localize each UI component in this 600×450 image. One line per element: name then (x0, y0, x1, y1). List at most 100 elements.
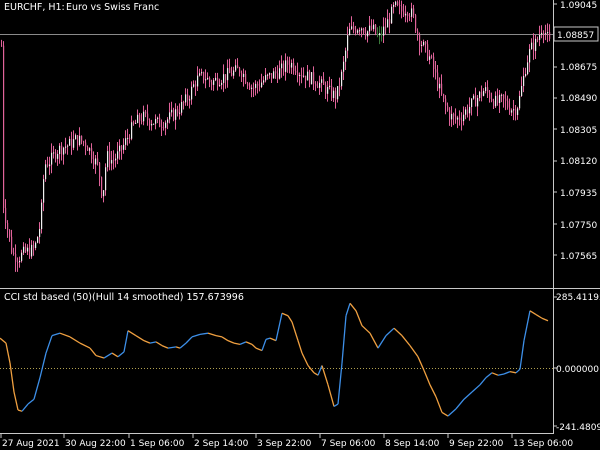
candle-body (163, 127, 165, 129)
candle-body (519, 96, 521, 109)
candle-body (447, 105, 449, 111)
candle-body (363, 28, 365, 33)
candle-body (347, 35, 349, 51)
candle-body (7, 222, 9, 230)
candle-body (491, 98, 493, 101)
candle-body (255, 83, 257, 88)
candle-body (133, 122, 135, 124)
candle-body (245, 73, 247, 84)
trading-chart[interactable]: EURCHF, H1: Euro vs Swiss Franc 1.09045 … (0, 0, 600, 450)
candle-body (353, 26, 355, 30)
candle-body (477, 97, 479, 107)
candle-body (441, 83, 443, 95)
candle-body (463, 114, 465, 122)
candle-body (497, 95, 499, 103)
candle-body (223, 74, 225, 83)
candle-body (93, 159, 95, 165)
candle-body (173, 109, 175, 120)
candle-body (407, 13, 409, 17)
indicator-title: CCI std based (50)(Hull 14 smoothed) 157… (4, 292, 244, 303)
candle-body (381, 33, 383, 36)
candle-body (203, 72, 205, 80)
candle-body (483, 90, 485, 96)
candle-body (27, 247, 29, 252)
candle-body (303, 75, 305, 77)
candle-body (87, 147, 89, 151)
candle-body (265, 75, 267, 81)
candle-body (273, 71, 275, 79)
candle-body (283, 63, 285, 72)
candle-body (489, 92, 491, 99)
candle-body (373, 24, 375, 30)
candle-body (545, 33, 547, 35)
candle-body (99, 162, 101, 178)
candle-body (299, 74, 301, 77)
time-tick-label: 9 Sep 22:00 (449, 439, 504, 449)
candle-body (249, 85, 251, 89)
candle-body (279, 68, 281, 79)
candle-body (257, 83, 259, 86)
price-tick-label: 1.07565 (560, 252, 597, 262)
candle-body (221, 82, 223, 85)
candle-body (449, 110, 451, 120)
candle-body (493, 100, 495, 107)
candle-body (351, 26, 353, 29)
candle-body (153, 123, 155, 125)
candle-body (149, 120, 151, 126)
candle-body (451, 113, 453, 120)
candle-body (195, 84, 197, 87)
candle-body (47, 164, 49, 167)
candle-body (507, 100, 509, 108)
candle-body (219, 84, 221, 86)
candle-body (77, 135, 79, 146)
candle-body (309, 71, 311, 85)
candle-body (213, 80, 215, 85)
price-tick-label: 1.08490 (560, 94, 597, 104)
candle-body (341, 71, 343, 87)
candle-body (67, 145, 69, 147)
candle-body (269, 73, 271, 75)
candle-body (377, 33, 379, 36)
candle-body (333, 90, 335, 99)
candle-body (97, 158, 99, 163)
candle-body (29, 247, 31, 257)
candle-body (95, 158, 97, 165)
candle-body (181, 102, 183, 113)
candle-body (395, 1, 397, 5)
candle-body (49, 164, 51, 167)
candle-body (365, 32, 367, 37)
candle-body (233, 70, 235, 76)
candle-body (63, 147, 65, 155)
candle-body (473, 95, 475, 99)
candle-body (145, 111, 147, 114)
candle-body (175, 109, 177, 120)
candle-body (387, 19, 389, 28)
candle-body (393, 4, 395, 7)
candle-body (287, 60, 289, 65)
candle-body (9, 229, 11, 237)
candle-body (177, 109, 179, 114)
candle-body (525, 74, 527, 77)
candle-body (243, 73, 245, 78)
candle-body (443, 94, 445, 99)
candle-body (411, 8, 413, 17)
time-tick-label: 1 Sep 06:00 (130, 439, 185, 449)
candle-body (41, 202, 43, 230)
candle-body (81, 135, 83, 142)
candle-body (259, 85, 261, 88)
candle-body (17, 261, 19, 263)
candle-body (471, 98, 473, 108)
candle-body (189, 99, 191, 101)
indicator-tick-label: 0.000000 (556, 365, 599, 375)
candle-body (467, 109, 469, 114)
candle-body (541, 32, 543, 35)
candle-body (285, 60, 287, 72)
candle-body (65, 146, 67, 148)
candle-body (435, 69, 437, 73)
candle-body (469, 107, 471, 114)
candle-body (357, 30, 359, 33)
candle-body (517, 108, 519, 115)
candle-body (291, 62, 293, 68)
candle-body (423, 41, 425, 45)
candle-body (225, 74, 227, 81)
